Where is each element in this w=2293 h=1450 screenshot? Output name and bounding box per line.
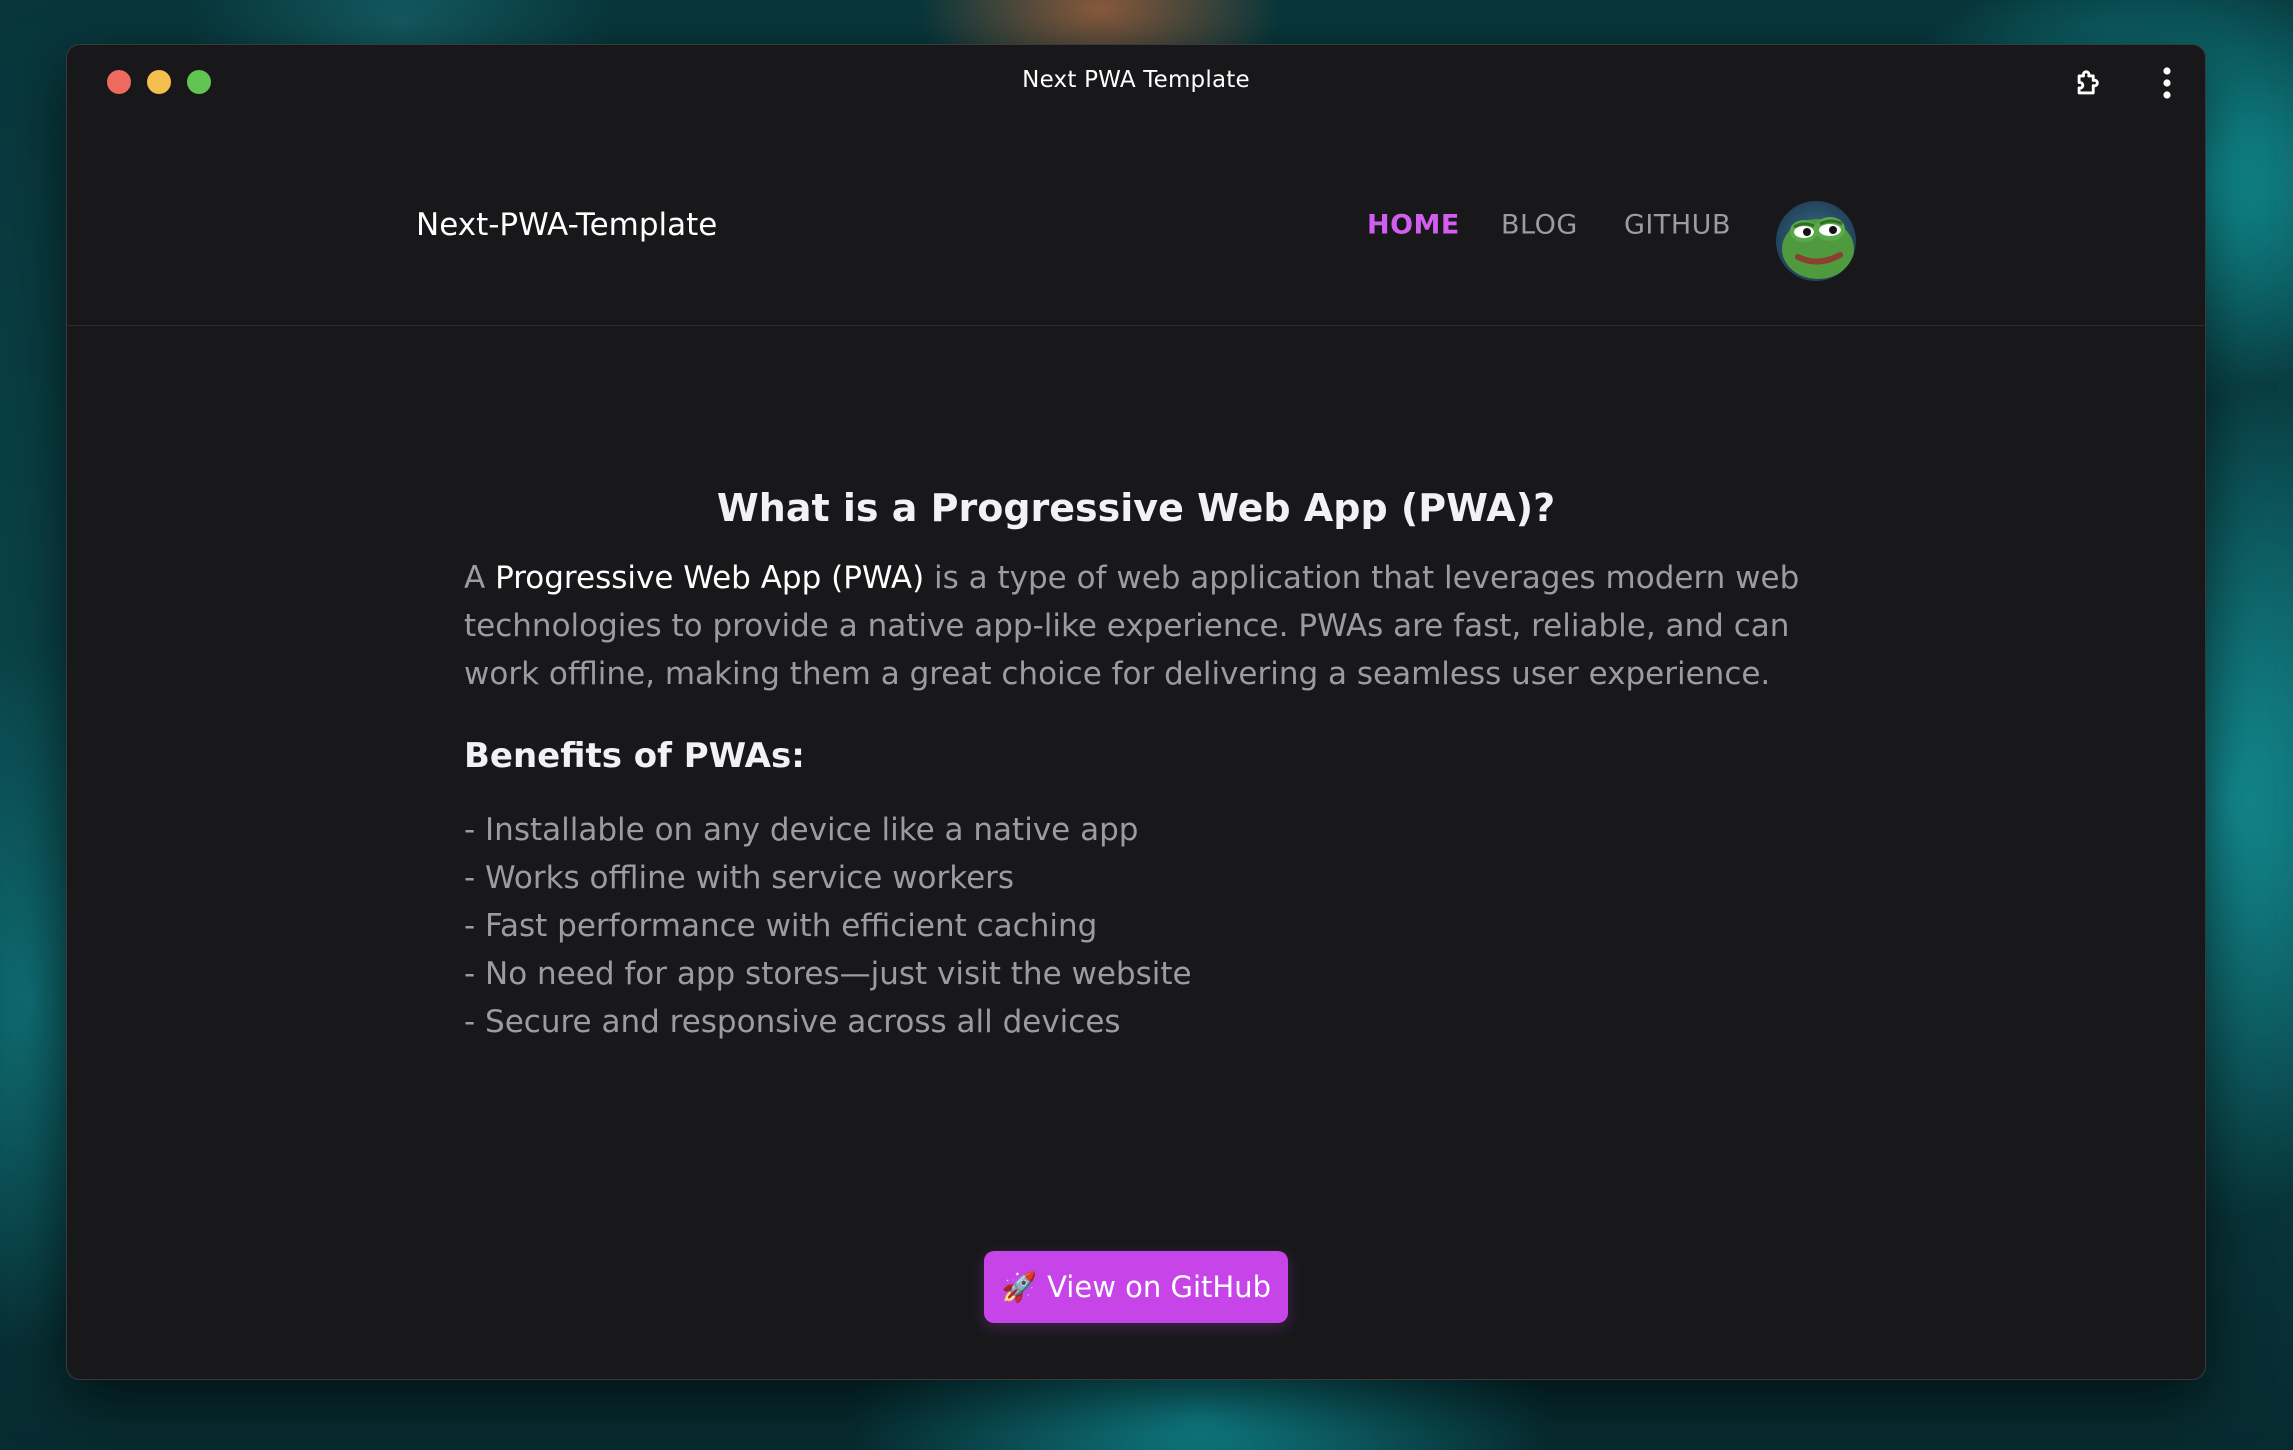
intro-paragraph: A Progressive Web App (PWA) is a type of… xyxy=(464,554,1834,698)
list-item: - Secure and responsive across all devic… xyxy=(464,1004,1121,1040)
avatar[interactable] xyxy=(1776,201,1856,281)
site-navbar: Next-PWA-Template HOME BLOG GITHUB xyxy=(67,121,2205,326)
list-item: - Installable on any device like a nativ… xyxy=(464,812,1139,848)
window-title: Next PWA Template xyxy=(1022,67,1250,93)
rocket-icon: 🚀 xyxy=(1001,1269,1038,1304)
benefits-list: - Installable on any device like a nativ… xyxy=(464,806,1192,1046)
list-item: - Works offline with service workers xyxy=(464,860,1015,896)
cta-label: View on GitHub xyxy=(1047,1270,1271,1304)
benefits-heading: Benefits of PWAs: xyxy=(464,736,805,776)
title-bar: Next PWA Template xyxy=(67,45,2205,121)
site-brand[interactable]: Next-PWA-Template xyxy=(416,207,717,243)
more-options-icon[interactable] xyxy=(2147,63,2187,103)
page-title: What is a Progressive Web App (PWA)? xyxy=(716,486,1556,530)
view-on-github-button[interactable]: 🚀 View on GitHub xyxy=(984,1251,1288,1323)
nav-blog[interactable]: BLOG xyxy=(1501,210,1578,241)
list-item: - No need for app stores—just visit the … xyxy=(464,956,1192,992)
browser-window: Next PWA Template Next-PWA-Template HOME… xyxy=(66,44,2206,1380)
frog-avatar-icon xyxy=(1776,201,1856,281)
intro-prefix: A xyxy=(464,560,486,596)
nav-github[interactable]: GITHUB xyxy=(1624,210,1731,241)
list-item: - Fast performance with efficient cachin… xyxy=(464,908,1098,944)
intro-highlight: Progressive Web App (PWA) xyxy=(495,560,925,596)
extensions-icon[interactable] xyxy=(2069,63,2109,103)
nav-home[interactable]: HOME xyxy=(1367,210,1460,241)
